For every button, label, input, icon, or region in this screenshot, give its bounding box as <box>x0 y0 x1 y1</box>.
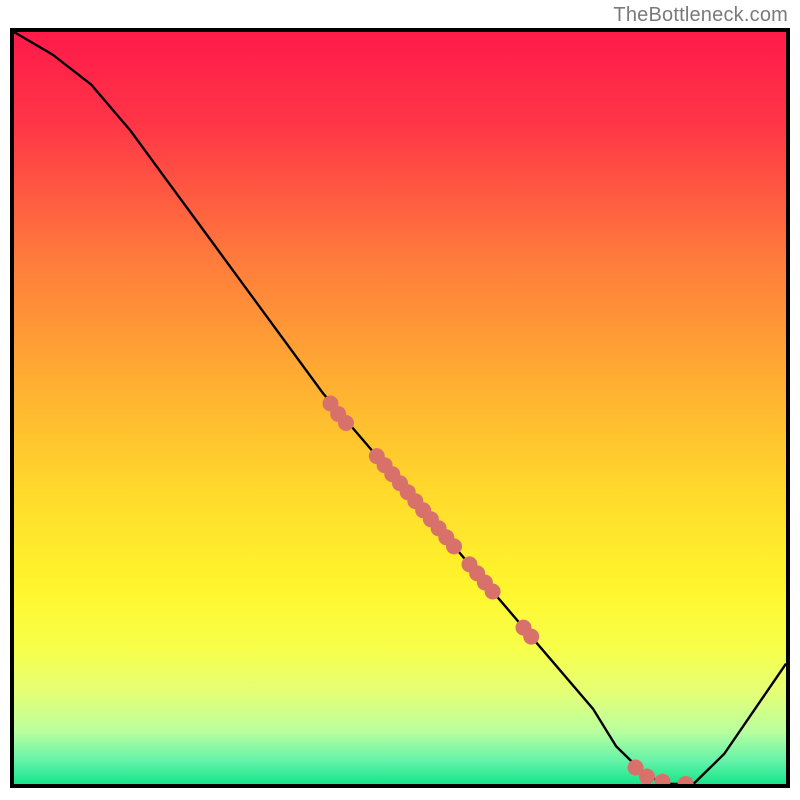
chart-frame <box>10 28 790 788</box>
scatter-point <box>338 415 354 431</box>
scatter-point <box>639 769 655 785</box>
scatter-point <box>678 776 694 784</box>
scatter-point <box>485 584 501 600</box>
scatter-point <box>446 538 462 554</box>
chart-svg-layer <box>14 32 786 784</box>
scatter-point <box>523 629 539 645</box>
scatter-point <box>655 774 671 784</box>
attribution-text: TheBottleneck.com <box>613 4 788 27</box>
bottleneck-curve <box>14 32 786 784</box>
scatter-markers <box>323 396 694 785</box>
